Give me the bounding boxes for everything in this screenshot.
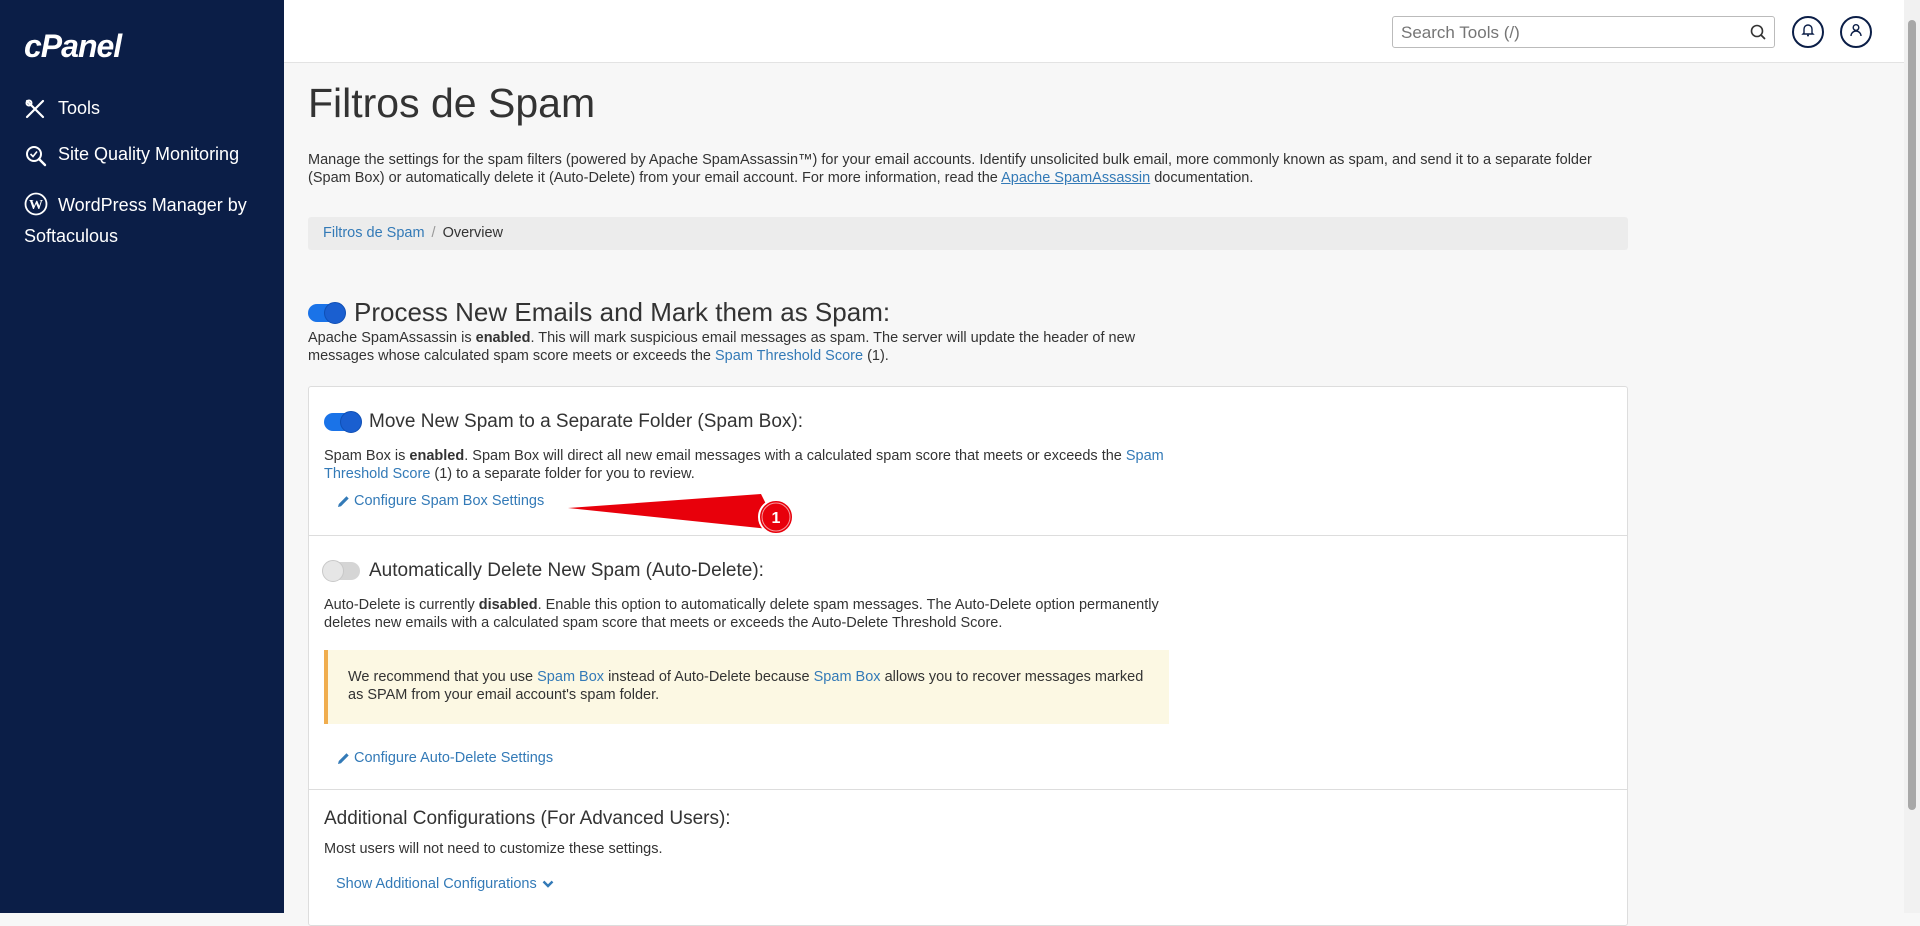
- breadcrumb: Filtros de Spam / Overview: [308, 217, 1628, 250]
- user-icon: [1849, 23, 1863, 42]
- cpanel-logo[interactable]: cPanel: [24, 28, 122, 65]
- sidebar-item-label: Tools: [58, 98, 101, 118]
- show-additional-config-link[interactable]: Show Additional Configurations: [336, 876, 558, 892]
- sidebar: cPanel Tools Site Quality Monitoring W W…: [0, 0, 284, 913]
- breadcrumb-root-link[interactable]: Filtros de Spam: [323, 225, 425, 241]
- user-menu-button[interactable]: [1840, 16, 1872, 48]
- search-input[interactable]: [1393, 17, 1733, 49]
- pencil-icon: [338, 495, 349, 507]
- auto-delete-warning: We recommend that you use Spam Box inste…: [324, 650, 1169, 724]
- scrollbar-thumb[interactable]: [1908, 20, 1916, 810]
- svg-text:W: W: [29, 198, 43, 213]
- additional-config-title: Additional Configurations (For Advanced …: [324, 808, 731, 829]
- spam-box-title: Move New Spam to a Separate Folder (Spam…: [369, 411, 804, 432]
- auto-delete-description: Auto-Delete is currently disabled. Enabl…: [324, 597, 1159, 631]
- wordpress-icon: W: [24, 192, 48, 216]
- page-description: Manage the settings for the spam filters…: [308, 152, 1592, 186]
- chevron-down-icon: [542, 880, 554, 888]
- spam-box-link[interactable]: Spam Box: [814, 669, 881, 685]
- bell-icon: [1801, 23, 1815, 42]
- process-emails-description: Apache SpamAssassin is enabled. This wil…: [308, 330, 1136, 364]
- sidebar-item-site-quality-monitoring[interactable]: Site Quality Monitoring: [24, 144, 239, 168]
- search-tools[interactable]: [1392, 16, 1775, 49]
- additional-config-section: Additional Configurations (For Advanced …: [309, 789, 1627, 926]
- process-emails-toggle[interactable]: [308, 301, 346, 324]
- spam-box-section: Move New Spam to a Separate Folder (Spam…: [309, 387, 1627, 535]
- apache-spamassassin-link[interactable]: Apache SpamAssassin: [1001, 170, 1150, 186]
- breadcrumb-separator: /: [431, 225, 436, 241]
- auto-delete-title: Automatically Delete New Spam (Auto-Dele…: [369, 560, 764, 581]
- process-emails-title: Process New Emails and Mark them as Spam…: [354, 297, 891, 327]
- process-emails-header: Process New Emails and Mark them as Spam…: [308, 297, 890, 328]
- notifications-button[interactable]: [1792, 16, 1824, 48]
- auto-delete-section: Automatically Delete New Spam (Auto-Dele…: [309, 535, 1627, 790]
- sidebar-item-label: W WordPress Manager by Softaculous: [24, 190, 254, 252]
- page-title: Filtros de Spam: [308, 80, 596, 126]
- spam-box-toggle[interactable]: [324, 411, 362, 433]
- spam-settings-panel: Move New Spam to a Separate Folder (Spam…: [308, 386, 1628, 926]
- sidebar-item-wordpress-manager[interactable]: W WordPress Manager by Softaculous: [24, 190, 254, 252]
- pencil-icon: [338, 752, 349, 764]
- sidebar-item-label: Site Quality Monitoring: [58, 144, 240, 164]
- page-scrollbar[interactable]: [1904, 0, 1920, 913]
- auto-delete-toggle[interactable]: [322, 560, 360, 582]
- sidebar-item-tools[interactable]: Tools: [24, 98, 100, 122]
- configure-auto-delete-link[interactable]: Configure Auto-Delete Settings: [337, 750, 553, 766]
- additional-config-description: Most users will not need to customize th…: [324, 841, 663, 857]
- tools-icon: [24, 98, 48, 122]
- configure-spam-box-link[interactable]: Configure Spam Box Settings: [337, 493, 544, 509]
- spam-box-link[interactable]: Spam Box: [537, 669, 604, 685]
- breadcrumb-current: Overview: [442, 225, 504, 241]
- magnifier-icon: [24, 144, 48, 168]
- spam-threshold-score-link[interactable]: Spam Threshold Score: [715, 348, 863, 364]
- spam-box-description: Spam Box is enabled. Spam Box will direc…: [324, 448, 1164, 482]
- search-icon[interactable]: [1750, 24, 1766, 45]
